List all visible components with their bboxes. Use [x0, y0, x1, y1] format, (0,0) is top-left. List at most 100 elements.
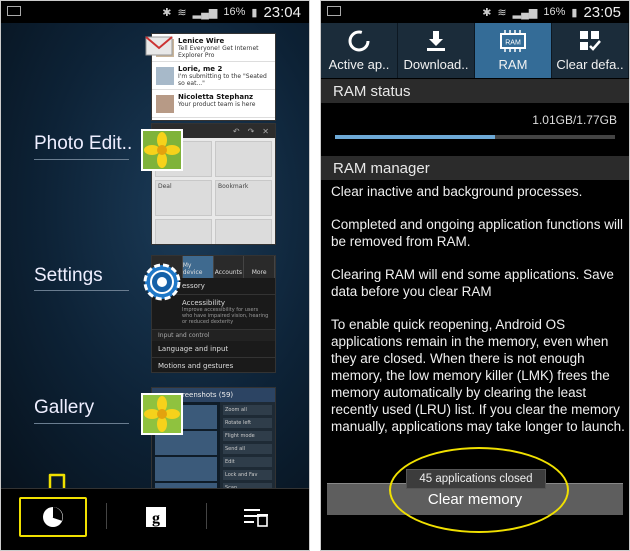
- settings-row-title: Language and input: [158, 345, 229, 353]
- tab-label: Clear defa..: [556, 57, 624, 72]
- navigation-bar: g: [1, 488, 309, 550]
- highlight-ellipse-annotation: [389, 447, 569, 533]
- recent-app-label-gallery[interactable]: Gallery: [34, 397, 94, 419]
- settings-tab: My device: [182, 256, 214, 278]
- gallery-menu-item: Send all: [223, 444, 272, 454]
- email-subject: Tell Everyone! Get Internet Explorer Pro: [178, 45, 259, 59]
- ram-usage-bar: [335, 135, 615, 139]
- email-sender: Lenice Wire: [178, 37, 225, 45]
- gallery-menu-item: Zoom all: [223, 405, 272, 415]
- tab-ram[interactable]: RAM RAM: [475, 23, 552, 78]
- redo-icon: ↷: [247, 126, 255, 136]
- status-bar: ✱ ≋ ▂▄▆ 16% ▮ 23:04: [1, 1, 309, 23]
- settings-gear-icon: [143, 263, 181, 301]
- ram-usage-bar-fill: [335, 135, 495, 139]
- recent-app-label-photo-editor[interactable]: Photo Edit..: [34, 133, 132, 155]
- gallery-menu-item: Lock and Fav: [223, 470, 272, 480]
- grid-tile: [155, 219, 212, 244]
- tab-label: Download..: [403, 57, 469, 72]
- tab-downloaded[interactable]: Download..: [398, 23, 475, 78]
- wifi-icon: ≋: [497, 6, 507, 19]
- settings-row: Motions and gestures: [152, 358, 275, 372]
- settings-row-title: Accessibility: [182, 299, 226, 307]
- battery-icon: ▮: [251, 6, 258, 19]
- email-sender: Lorie, me 2: [178, 65, 223, 73]
- settings-tab: Accounts: [214, 256, 245, 278]
- settings-section-header: Input and control: [152, 330, 275, 341]
- settings-row-title: essory: [182, 282, 205, 290]
- email-subject: Your product team is here: [178, 101, 256, 108]
- grid-tile: Deal: [155, 180, 212, 216]
- grid-check-icon: [580, 31, 601, 51]
- avatar: [156, 95, 174, 113]
- battery-level: 16%: [223, 6, 246, 18]
- label-divider: [34, 159, 129, 160]
- ram-usage-value: 1.01GB/1.77GB: [532, 113, 617, 127]
- email-row: Nicoletta Stephanz Your product team is …: [152, 90, 275, 118]
- recent-app-label-settings[interactable]: Settings: [34, 265, 103, 287]
- email-subject: I'm submitting to the "Seated so eat...": [178, 73, 267, 87]
- bluetooth-icon: ✱: [162, 6, 172, 19]
- download-icon: [427, 31, 445, 51]
- gallery-thumbnail: [155, 457, 217, 481]
- task-manager-button[interactable]: [19, 497, 87, 537]
- ram-manager-description: Clear inactive and background processes.…: [331, 183, 625, 451]
- settings-row-title: Motions and gestures: [158, 362, 234, 370]
- right-phone-screen: ✱ ≋ ▂▄▆ 16% ▮ 23:05 Active ap.. Download…: [320, 0, 630, 551]
- gallery-menu-item: Edit: [223, 457, 272, 467]
- ram-chip-icon: RAM: [500, 30, 526, 52]
- tab-clear-defaults[interactable]: Clear defa..: [552, 23, 629, 78]
- signal-icon: ▂▄▆: [512, 6, 538, 19]
- clock: 23:05: [583, 3, 621, 21]
- clear-all-button[interactable]: [221, 497, 291, 537]
- settings-row-subtitle: Improve accessibility for users who have…: [182, 307, 269, 325]
- recent-apps-list[interactable]: Lenice Wire Tell Everyone! Get Internet …: [1, 23, 309, 522]
- nav-separator: [206, 503, 207, 529]
- gallery-notification-icon: [327, 6, 341, 16]
- task-manager-tabs: Active ap.. Download.. RAM RAM Clear def…: [321, 23, 629, 78]
- ram-status-header: RAM status: [321, 79, 629, 103]
- email-sender: Nicoletta Stephanz: [178, 93, 254, 101]
- clear-all-icon: [244, 509, 268, 527]
- clock: 23:04: [263, 3, 301, 21]
- gallery-app-icon: [141, 393, 183, 435]
- gallery-menu-item: Flight mode: [223, 431, 272, 441]
- undo-icon: ↶: [232, 126, 240, 136]
- description-paragraph: Completed and ongoing application functi…: [331, 217, 623, 249]
- wifi-icon: ≋: [177, 6, 187, 19]
- notification-icon: [7, 6, 21, 16]
- ram-chip-text: RAM: [505, 40, 521, 47]
- signal-icon: ▂▄▆: [192, 6, 218, 19]
- tab-label: Active ap..: [328, 57, 390, 72]
- photo-editor-app-icon: [141, 129, 183, 171]
- gallery-menu-item: Rotate left: [223, 418, 272, 428]
- grid-tile: Bookmark: [215, 180, 272, 216]
- description-paragraph: Clear inactive and background processes.: [331, 184, 583, 199]
- label-divider: [34, 423, 129, 424]
- ram-manager-header: RAM manager: [321, 156, 629, 180]
- tab-active-applications[interactable]: Active ap..: [321, 23, 398, 78]
- description-paragraph: Clearing RAM will end some applications.…: [331, 267, 614, 299]
- pie-chart-icon: [43, 507, 63, 527]
- close-icon: ✕: [262, 126, 269, 136]
- bluetooth-icon: ✱: [482, 6, 492, 19]
- status-bar: ✱ ≋ ▂▄▆ 16% ▮ 23:05: [321, 1, 629, 23]
- battery-icon: ▮: [571, 6, 578, 19]
- settings-row: Language and input: [152, 341, 275, 358]
- email-app-icon: [145, 36, 173, 56]
- svg-text:g: g: [152, 510, 160, 527]
- ring-icon: [348, 30, 370, 52]
- grid-tile: [215, 141, 272, 177]
- avatar: [156, 67, 174, 85]
- settings-tab: More: [244, 256, 275, 278]
- grid-tile: [215, 219, 272, 244]
- battery-level: 16%: [543, 6, 566, 18]
- google-icon: g: [146, 507, 166, 527]
- email-row: Lorie, me 2 I'm submitting to the "Seate…: [152, 62, 275, 90]
- nav-separator: [106, 503, 107, 529]
- description-paragraph: To enable quick reopening, Android OS ap…: [331, 317, 625, 434]
- label-divider: [34, 290, 129, 291]
- left-phone-screen: ✱ ≋ ▂▄▆ 16% ▮ 23:04 Lenice Wire Tell Eve…: [0, 0, 310, 551]
- google-search-button[interactable]: g: [123, 497, 189, 537]
- tab-label: RAM: [498, 57, 528, 72]
